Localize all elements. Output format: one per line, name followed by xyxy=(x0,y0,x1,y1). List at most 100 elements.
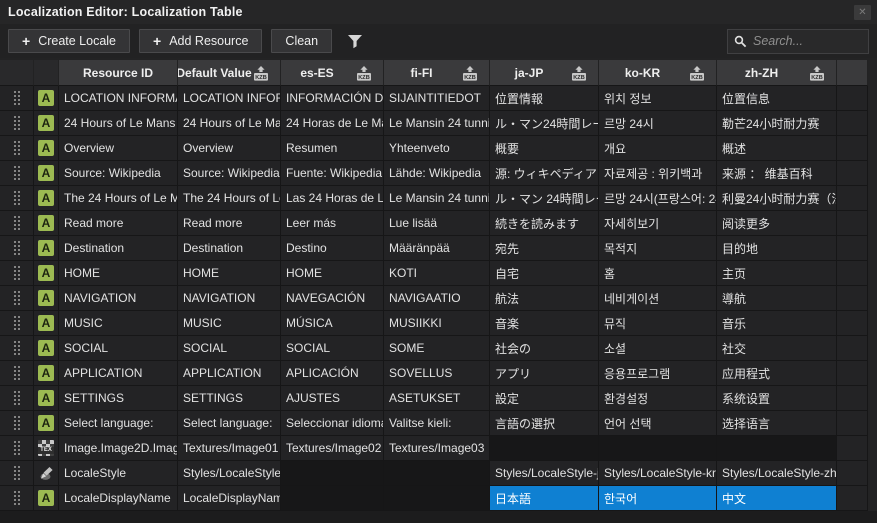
resource-id-cell[interactable]: LocaleStyle xyxy=(59,461,178,486)
table-cell[interactable]: 자료제공 : 위키백과 xyxy=(599,161,717,186)
table-cell[interactable]: 阅读更多 xyxy=(717,211,837,236)
table-cell[interactable]: 概述 xyxy=(717,136,837,161)
table-cell[interactable] xyxy=(281,461,384,486)
table-cell[interactable]: アプリ xyxy=(490,361,599,386)
table-cell[interactable]: 中文 xyxy=(717,486,837,511)
kzb-export-icon[interactable]: KZB xyxy=(807,66,827,84)
table-cell[interactable]: NAVIGATION xyxy=(178,286,281,311)
table-cell[interactable]: ル・マン24時間レース xyxy=(490,111,599,136)
header-ko-kr[interactable]: ko-KR KZB xyxy=(599,60,717,86)
header-default-value[interactable]: Default Value KZB xyxy=(178,60,281,86)
table-cell[interactable]: APLICACIÓN xyxy=(281,361,384,386)
table-cell[interactable] xyxy=(384,461,490,486)
table-cell[interactable]: SOME xyxy=(384,336,490,361)
table-cell[interactable]: 主页 xyxy=(717,261,837,286)
table-cell[interactable]: 社会の xyxy=(490,336,599,361)
drag-handle[interactable] xyxy=(0,486,34,511)
resource-id-cell[interactable]: 24 Hours of Le Mans xyxy=(59,111,178,136)
table-cell[interactable]: 日本語 xyxy=(490,486,599,511)
drag-handle[interactable] xyxy=(0,186,34,211)
table-cell[interactable] xyxy=(599,436,717,461)
table-cell[interactable]: 24 Hours of Le Mans xyxy=(178,111,281,136)
table-cell[interactable]: Destination xyxy=(178,236,281,261)
kzb-export-icon[interactable]: KZB xyxy=(460,66,480,84)
table-cell[interactable]: LocaleDisplayName xyxy=(178,486,281,511)
resource-id-cell[interactable]: MUSIC xyxy=(59,311,178,336)
table-cell[interactable] xyxy=(281,486,384,511)
resource-id-cell[interactable]: Overview xyxy=(59,136,178,161)
table-cell[interactable]: 源: ウィキペディア xyxy=(490,161,599,186)
table-cell[interactable]: Yhteenveto xyxy=(384,136,490,161)
drag-handle[interactable] xyxy=(0,286,34,311)
table-cell[interactable]: 社交 xyxy=(717,336,837,361)
kzb-export-icon[interactable]: KZB xyxy=(687,66,707,84)
table-cell[interactable]: 目的地 xyxy=(717,236,837,261)
table-cell[interactable] xyxy=(384,486,490,511)
table-cell[interactable]: Destino xyxy=(281,236,384,261)
table-cell[interactable]: 목적지 xyxy=(599,236,717,261)
table-cell[interactable]: SOVELLUS xyxy=(384,361,490,386)
filter-icon[interactable] xyxy=(347,34,363,49)
table-cell[interactable]: Lue lisää xyxy=(384,211,490,236)
table-cell[interactable] xyxy=(717,436,837,461)
table-cell[interactable]: 音乐 xyxy=(717,311,837,336)
table-cell[interactable]: 응용프로그램 xyxy=(599,361,717,386)
table-cell[interactable]: Read more xyxy=(178,211,281,236)
drag-handle[interactable] xyxy=(0,411,34,436)
table-cell[interactable]: ル・マン 24時間レース（ xyxy=(490,186,599,211)
table-cell[interactable]: Styles/LocaleStyle-zh xyxy=(717,461,837,486)
drag-handle[interactable] xyxy=(0,211,34,236)
resource-id-cell[interactable]: APPLICATION xyxy=(59,361,178,386)
table-cell[interactable]: 뮤직 xyxy=(599,311,717,336)
table-cell[interactable]: Valitse kieli: xyxy=(384,411,490,436)
drag-handle[interactable] xyxy=(0,361,34,386)
header-fi-fi[interactable]: fi-FI KZB xyxy=(384,60,490,86)
add-resource-button[interactable]: + Add Resource xyxy=(139,29,263,53)
drag-handle[interactable] xyxy=(0,461,34,486)
table-cell[interactable]: 개요 xyxy=(599,136,717,161)
table-cell[interactable]: APPLICATION xyxy=(178,361,281,386)
table-cell[interactable]: 언어 선택 xyxy=(599,411,717,436)
table-cell[interactable]: HOME xyxy=(178,261,281,286)
table-cell[interactable]: 言語の選択 xyxy=(490,411,599,436)
table-cell[interactable]: SETTINGS xyxy=(178,386,281,411)
table-cell[interactable]: 音楽 xyxy=(490,311,599,336)
table-cell[interactable]: 利曼24小时耐力赛（法 xyxy=(717,186,837,211)
drag-handle[interactable] xyxy=(0,436,34,461)
resource-id-cell[interactable]: LocaleDisplayName xyxy=(59,486,178,511)
table-cell[interactable]: HOME xyxy=(281,261,384,286)
table-cell[interactable]: ASETUKSET xyxy=(384,386,490,411)
table-cell[interactable]: Leer más xyxy=(281,211,384,236)
table-cell[interactable]: Resumen xyxy=(281,136,384,161)
table-cell[interactable]: 航法 xyxy=(490,286,599,311)
clean-button[interactable]: Clean xyxy=(271,29,333,53)
table-cell[interactable]: Seleccionar idioma xyxy=(281,411,384,436)
resource-id-cell[interactable]: Read more xyxy=(59,211,178,236)
table-cell[interactable]: Styles/LocaleStyle-kr xyxy=(599,461,717,486)
table-cell[interactable]: 系统设置 xyxy=(717,386,837,411)
table-cell[interactable]: 概要 xyxy=(490,136,599,161)
close-icon[interactable]: ✕ xyxy=(854,4,871,20)
table-cell[interactable]: 르망 24시(프랑스어: 24 xyxy=(599,186,717,211)
table-cell[interactable]: 选择语言 xyxy=(717,411,837,436)
table-cell[interactable]: 위치 정보 xyxy=(599,86,717,111)
table-cell[interactable]: LOCATION INFORMATION xyxy=(178,86,281,111)
header-resource-id[interactable]: Resource ID xyxy=(59,60,178,86)
table-cell[interactable]: 네비게이션 xyxy=(599,286,717,311)
resource-id-cell[interactable]: NAVIGATION xyxy=(59,286,178,311)
create-locale-button[interactable]: + Create Locale xyxy=(8,29,131,53)
table-cell[interactable]: 自宅 xyxy=(490,261,599,286)
resource-id-cell[interactable]: The 24 Hours of Le Mans xyxy=(59,186,178,211)
table-cell[interactable]: Määränpää xyxy=(384,236,490,261)
drag-handle[interactable] xyxy=(0,111,34,136)
resource-id-cell[interactable]: SOCIAL xyxy=(59,336,178,361)
resource-id-cell[interactable]: Select language: xyxy=(59,411,178,436)
resource-id-cell[interactable]: Image.Image2D.Image01 xyxy=(59,436,178,461)
table-cell[interactable]: Source: Wikipedia xyxy=(178,161,281,186)
drag-handle[interactable] xyxy=(0,161,34,186)
drag-handle[interactable] xyxy=(0,386,34,411)
table-cell[interactable]: Fuente: Wikipedia xyxy=(281,161,384,186)
table-cell[interactable]: 来源 ： 维基百科 xyxy=(717,161,837,186)
kzb-export-icon[interactable]: KZB xyxy=(251,66,271,84)
table-cell[interactable]: The 24 Hours of Le Mans xyxy=(178,186,281,211)
